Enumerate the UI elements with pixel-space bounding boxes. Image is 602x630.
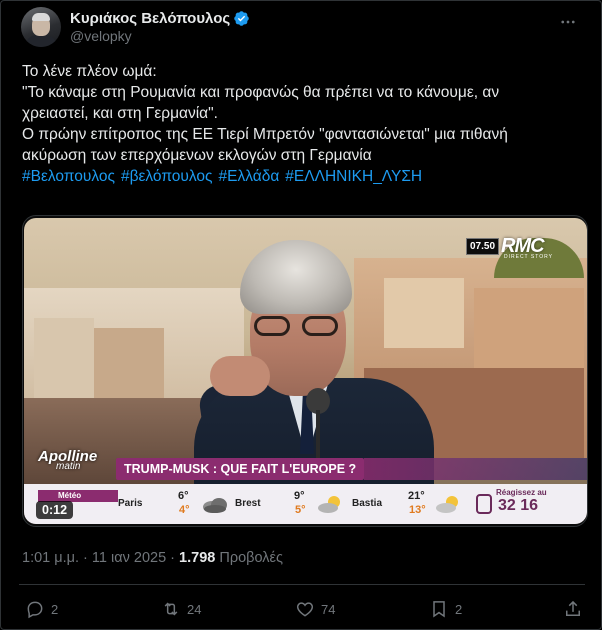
weather-low: 13°: [409, 504, 426, 516]
bookmark-button[interactable]: 2: [429, 599, 462, 619]
weather-low: 5°: [295, 504, 306, 516]
hashtag-link[interactable]: #Βελοπουλος: [22, 168, 115, 185]
react-number: 32 16: [498, 497, 539, 514]
bookmark-icon: [433, 601, 445, 618]
weather-city: Brest: [235, 498, 261, 509]
weather-high: 6°: [178, 490, 189, 502]
show-logo: Apolline matin: [38, 448, 108, 472]
meta-separator: ·: [166, 550, 180, 566]
weather-low: 4°: [179, 504, 190, 516]
reply-count: 2: [51, 601, 59, 617]
channel-sub: DIRECT STORY: [504, 254, 553, 260]
weather-high: 21°: [408, 490, 425, 502]
tweet-card: Κυριάκος Βελόπουλος @velopky Το λένε πλέ…: [0, 0, 602, 630]
like-button[interactable]: 74: [295, 599, 335, 619]
share-icon: [566, 600, 580, 616]
video-frame[interactable]: 07.50 RMC DIRECT STORY Apolline matin TR…: [24, 218, 587, 524]
reply-button[interactable]: 2: [25, 599, 58, 619]
more-options-icon[interactable]: [557, 11, 579, 33]
tweet-line: χρειαστεί, και στη Γερμανία".: [22, 105, 218, 122]
sun-cloud-icon: [434, 494, 464, 514]
video-player[interactable]: 07.50 RMC DIRECT STORY Apolline matin TR…: [22, 215, 588, 527]
hashtag-link[interactable]: #Ελλάδα: [219, 168, 280, 185]
react-label: Réagissez au: [496, 488, 547, 497]
tweet-header: Κυριάκος Βελόπουλος @velopky: [21, 5, 589, 49]
views-label: Προβολές: [215, 550, 283, 566]
hashtag-list: #Βελοπουλος #βελόπουλος #Ελλάδα #ΕΛΛΗΝΙΚΗ_Λ…: [22, 166, 582, 187]
action-bar: 2 24 74 2: [1, 595, 601, 623]
bookmark-count: 2: [455, 601, 463, 617]
react-number-box: Réagissez au 32 16: [472, 488, 582, 520]
cloud-icon: [200, 494, 230, 514]
like-count: 74: [321, 601, 336, 617]
tweet-line: "Το κάναμε στη Ρουμανία και προφανώς θα …: [22, 84, 500, 101]
views-count: 1.798: [179, 550, 216, 566]
hashtag-link[interactable]: #ΕΛΛΗΝΙΚΗ_ΛΥΣΗ: [285, 168, 422, 185]
divider: [19, 584, 585, 585]
tweet-date[interactable]: 11 ιαν 2025: [92, 550, 166, 566]
author-display-name[interactable]: Κυριάκος Βελόπουλος: [70, 10, 230, 27]
weather-high: 9°: [294, 490, 305, 502]
video-timecode: 0:12: [36, 501, 74, 519]
meta-separator: ·: [79, 550, 92, 566]
channel-time: 07.50: [466, 237, 500, 255]
tweet-line: Το λένε πλέον ωμά:: [22, 63, 157, 80]
retweet-count: 24: [187, 601, 202, 617]
news-banner: TRUMP-MUSK : QUE FAIT L'EUROPE ?: [116, 458, 364, 480]
tweet-line: ακύρωση των επερχόμενων εκλογών στη Γερμ…: [22, 147, 372, 164]
author-handle[interactable]: @velopky: [70, 28, 250, 44]
tweet-text: Το λένε πλέον ωμά: "Το κάναμε στη Ρουμαν…: [22, 61, 582, 187]
weather-city: Bastia: [352, 498, 383, 509]
tweet-time[interactable]: 1:01 μ.μ.: [22, 550, 79, 566]
weather-city: Paris: [118, 498, 143, 509]
hashtag-link[interactable]: #βελόπουλος: [121, 168, 213, 185]
retweet-icon: [164, 602, 178, 616]
avatar[interactable]: [21, 7, 61, 47]
tweet-meta: 1:01 μ.μ. · 11 ιαν 2025 · 1.798 Προβολές: [22, 550, 283, 566]
verified-badge-icon: [233, 10, 250, 27]
author-names: Κυριάκος Βελόπουλος @velopky: [70, 10, 250, 44]
share-button[interactable]: [563, 599, 583, 619]
heart-icon: [296, 602, 314, 617]
phone-icon: [476, 494, 492, 514]
news-banner-text: TRUMP-MUSK : QUE FAIT L'EUROPE ?: [124, 462, 357, 476]
sun-cloud-icon: [316, 494, 346, 514]
retweet-button[interactable]: 24: [161, 599, 201, 619]
tweet-line: Ο πρώην επίτροπος της ΕΕ Τιερί Μπρετόν "…: [22, 126, 508, 143]
reply-icon: [27, 601, 43, 619]
